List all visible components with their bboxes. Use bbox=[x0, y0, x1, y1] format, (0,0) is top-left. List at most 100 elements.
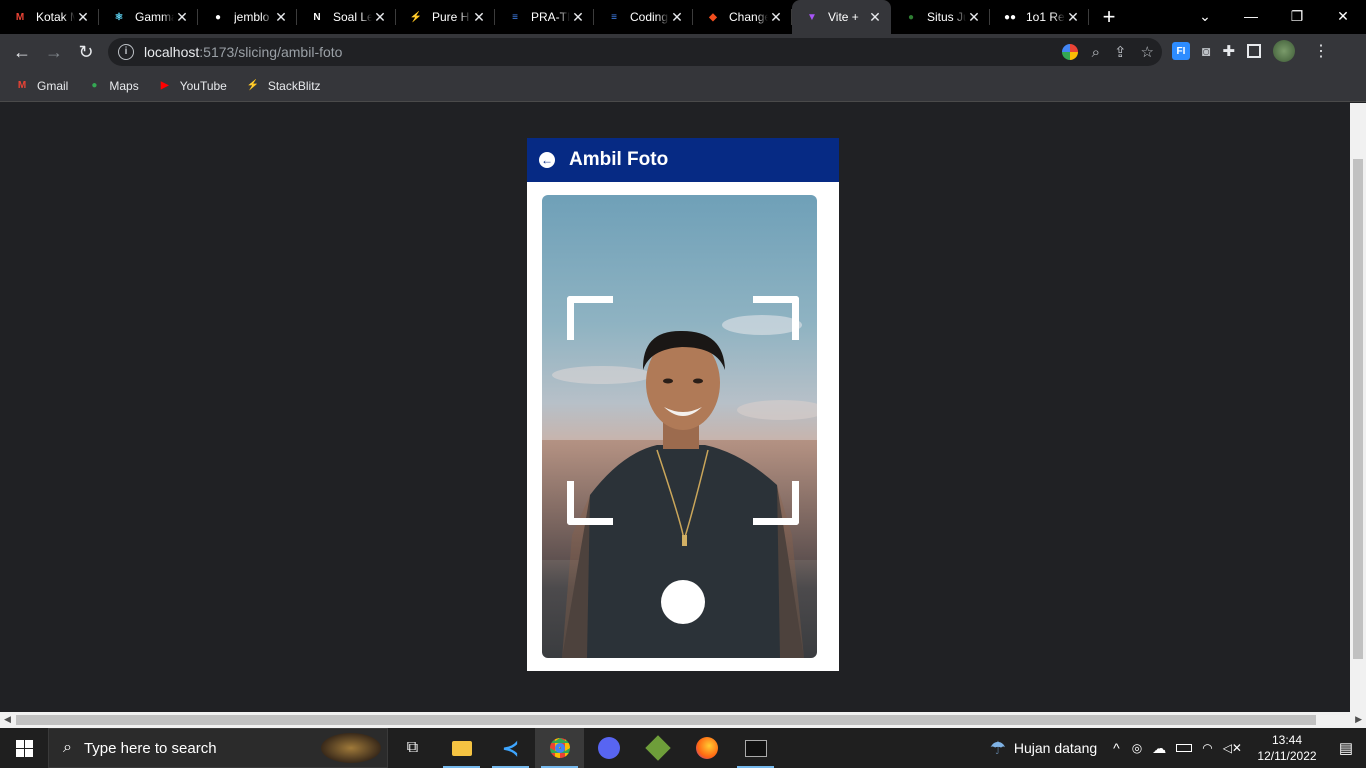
bookmark-youtube[interactable]: ▶ YouTube bbox=[157, 78, 227, 94]
close-tab-icon[interactable]: ✕ bbox=[966, 9, 982, 25]
close-tab-icon[interactable]: ✕ bbox=[570, 9, 586, 25]
browser-tab[interactable]: M Kotak Masuk✕ bbox=[0, 0, 99, 34]
bookmark-maps[interactable]: ● Maps bbox=[86, 78, 138, 94]
close-tab-icon[interactable]: ✕ bbox=[174, 9, 190, 25]
menu-icon[interactable]: ⋮ bbox=[1313, 41, 1329, 61]
task-view-icon[interactable]: ⧉ bbox=[388, 728, 437, 768]
git-app-icon[interactable] bbox=[633, 728, 682, 768]
puzzle-icon[interactable]: ✚ bbox=[1222, 42, 1235, 60]
eagle-search-highlight-icon bbox=[321, 733, 381, 763]
tab-separator bbox=[1088, 9, 1089, 25]
close-tab-icon[interactable]: ✕ bbox=[867, 9, 883, 25]
tab-title: Situs Ju bbox=[927, 10, 966, 24]
tab-title: PRA-TI bbox=[531, 10, 570, 24]
browser-tab[interactable]: ⚛ Gamma ✕ bbox=[99, 0, 198, 34]
docs-icon: ≡ bbox=[611, 11, 617, 23]
tab-title: jemblo bbox=[234, 10, 270, 24]
zoom-icon[interactable]: ⌕ bbox=[1092, 44, 1100, 61]
bookmark-star-icon[interactable]: ☆ bbox=[1141, 43, 1154, 61]
chevron-up-icon[interactable]: ^ bbox=[1113, 740, 1120, 756]
close-tab-icon[interactable]: ✕ bbox=[768, 9, 784, 25]
close-tab-icon[interactable]: ✕ bbox=[273, 9, 289, 25]
meet-icon[interactable]: ◎ bbox=[1132, 741, 1142, 755]
side-panel-icon[interactable] bbox=[1247, 44, 1262, 58]
scroll-left-icon[interactable]: ◀ bbox=[4, 714, 11, 725]
address-bar[interactable]: i localhost:5173/slicing/ambil-foto ⌕ ⇪ … bbox=[108, 38, 1162, 66]
notification-icon[interactable]: ▤ bbox=[1326, 739, 1366, 757]
figma-icon: ◆ bbox=[709, 11, 717, 23]
terminal-icon[interactable] bbox=[731, 728, 780, 768]
share-icon[interactable]: ⇪ bbox=[1114, 43, 1127, 61]
gmail-icon: M bbox=[15, 11, 25, 23]
bookmark-label: StackBlitz bbox=[267, 78, 321, 93]
close-tab-icon[interactable]: ✕ bbox=[669, 9, 685, 25]
bookmark-stackblitz[interactable]: ⚡ StackBlitz bbox=[245, 78, 321, 94]
horizontal-scroll-thumb[interactable] bbox=[16, 715, 1316, 725]
extensions-area: FI ◙ ✚ ⋮ bbox=[1172, 40, 1329, 62]
bookmark-gmail[interactable]: M Gmail bbox=[14, 78, 69, 94]
clock[interactable]: 13:44 12/11/2022 bbox=[1248, 732, 1326, 764]
bookmark-label: YouTube bbox=[179, 78, 227, 93]
tab-search-chevron-icon[interactable]: ⌄ bbox=[1182, 0, 1228, 32]
close-tab-icon[interactable]: ✕ bbox=[372, 9, 388, 25]
vertical-scrollbar[interactable] bbox=[1350, 103, 1366, 712]
site-info-icon[interactable]: i bbox=[118, 44, 134, 60]
system-tray: ☂ Hujan datang ^ ◎ ☁ ◠ ◁✕ 13:44 12/11/20… bbox=[990, 728, 1366, 768]
horizontal-scrollbar[interactable]: ◀ ▶ bbox=[0, 712, 1366, 728]
camera-preview bbox=[542, 195, 817, 658]
browser-tab[interactable]: ▼ Vite + ✕ bbox=[792, 0, 891, 34]
stackblitz-icon: ⚡ bbox=[246, 80, 260, 91]
browser-tab[interactable]: ⚡ Pure H ✕ bbox=[396, 0, 495, 34]
url-text[interactable]: localhost:5173/slicing/ambil-foto bbox=[144, 44, 342, 60]
google-lens-icon[interactable] bbox=[1061, 44, 1078, 60]
new-tab-button[interactable]: + bbox=[1089, 0, 1129, 34]
ambil-foto-app: ← Ambil Foto bbox=[527, 138, 839, 671]
taskbar-search[interactable]: ⌕ Type here to search bbox=[48, 728, 388, 768]
scroll-right-icon[interactable]: ▶ bbox=[1355, 714, 1362, 725]
forward-arrow-icon[interactable]: → bbox=[38, 36, 70, 68]
browser-tab[interactable]: ● jemblo ✕ bbox=[198, 0, 297, 34]
tab-title: 1o1 Re bbox=[1026, 10, 1065, 24]
close-tab-icon[interactable]: ✕ bbox=[1065, 9, 1081, 25]
back-arrow-icon[interactable]: ← bbox=[6, 36, 38, 68]
discord-icon[interactable] bbox=[584, 728, 633, 768]
tab-list: MKotak Masuk✕⚛Gamma✕●jemblo✕NSoal Le✕⚡Pu… bbox=[0, 0, 1089, 34]
wifi-icon[interactable]: ◠ bbox=[1202, 741, 1212, 755]
file-explorer-icon[interactable] bbox=[437, 728, 486, 768]
reload-icon[interactable]: ↻ bbox=[70, 36, 102, 68]
weather-text[interactable]: Hujan datang bbox=[1014, 740, 1097, 756]
onedrive-cloud-icon[interactable]: ☁ bbox=[1152, 740, 1166, 757]
vertical-scroll-thumb[interactable] bbox=[1353, 159, 1363, 659]
back-circle-icon[interactable]: ← bbox=[539, 152, 555, 168]
tab-title: Pure H bbox=[432, 10, 470, 24]
battery-icon[interactable] bbox=[1176, 744, 1193, 752]
bookmark-label: Maps bbox=[109, 78, 139, 93]
chrome-icon[interactable] bbox=[535, 728, 584, 768]
browser-tab[interactable]: ●● 1o1 Re ✕ bbox=[990, 0, 1089, 34]
browser-tab[interactable]: ≡ PRA-TI ✕ bbox=[495, 0, 594, 34]
browser-tab[interactable]: ◆ Change ✕ bbox=[693, 0, 792, 34]
camera-extension-icon[interactable]: ◙ bbox=[1202, 43, 1210, 59]
windows-start-icon[interactable] bbox=[0, 728, 48, 768]
profile-avatar[interactable] bbox=[1273, 40, 1296, 62]
browser-tab[interactable]: N Soal Le ✕ bbox=[297, 0, 396, 34]
frame-corner-bottom-left bbox=[567, 481, 613, 525]
close-window-button[interactable]: ✕ bbox=[1320, 0, 1366, 32]
firefox-icon[interactable] bbox=[682, 728, 731, 768]
frame-corner-top-right bbox=[753, 296, 799, 340]
weather-umbrella-icon[interactable]: ☂ bbox=[990, 738, 1006, 759]
restore-button[interactable]: ❐ bbox=[1274, 0, 1320, 32]
windows-taskbar: ⌕ Type here to search ⧉ ≺ ☂ Hujan datang… bbox=[0, 728, 1366, 768]
vscode-icon[interactable]: ≺ bbox=[486, 728, 535, 768]
close-tab-icon[interactable]: ✕ bbox=[75, 9, 91, 25]
browser-tab[interactable]: ● Situs Ju ✕ bbox=[891, 0, 990, 34]
extension-fi-icon[interactable]: FI bbox=[1172, 42, 1190, 60]
app-header: ← Ambil Foto bbox=[527, 138, 839, 182]
close-tab-icon[interactable]: ✕ bbox=[471, 9, 487, 25]
tab-title: Change bbox=[729, 10, 768, 24]
browser-tab[interactable]: ≡ Coding ✕ bbox=[594, 0, 693, 34]
search-placeholder: Type here to search bbox=[83, 739, 217, 757]
shutter-button[interactable] bbox=[661, 580, 705, 624]
minimize-button[interactable]: — bbox=[1228, 0, 1274, 32]
volume-mute-icon[interactable]: ◁✕ bbox=[1223, 741, 1242, 755]
